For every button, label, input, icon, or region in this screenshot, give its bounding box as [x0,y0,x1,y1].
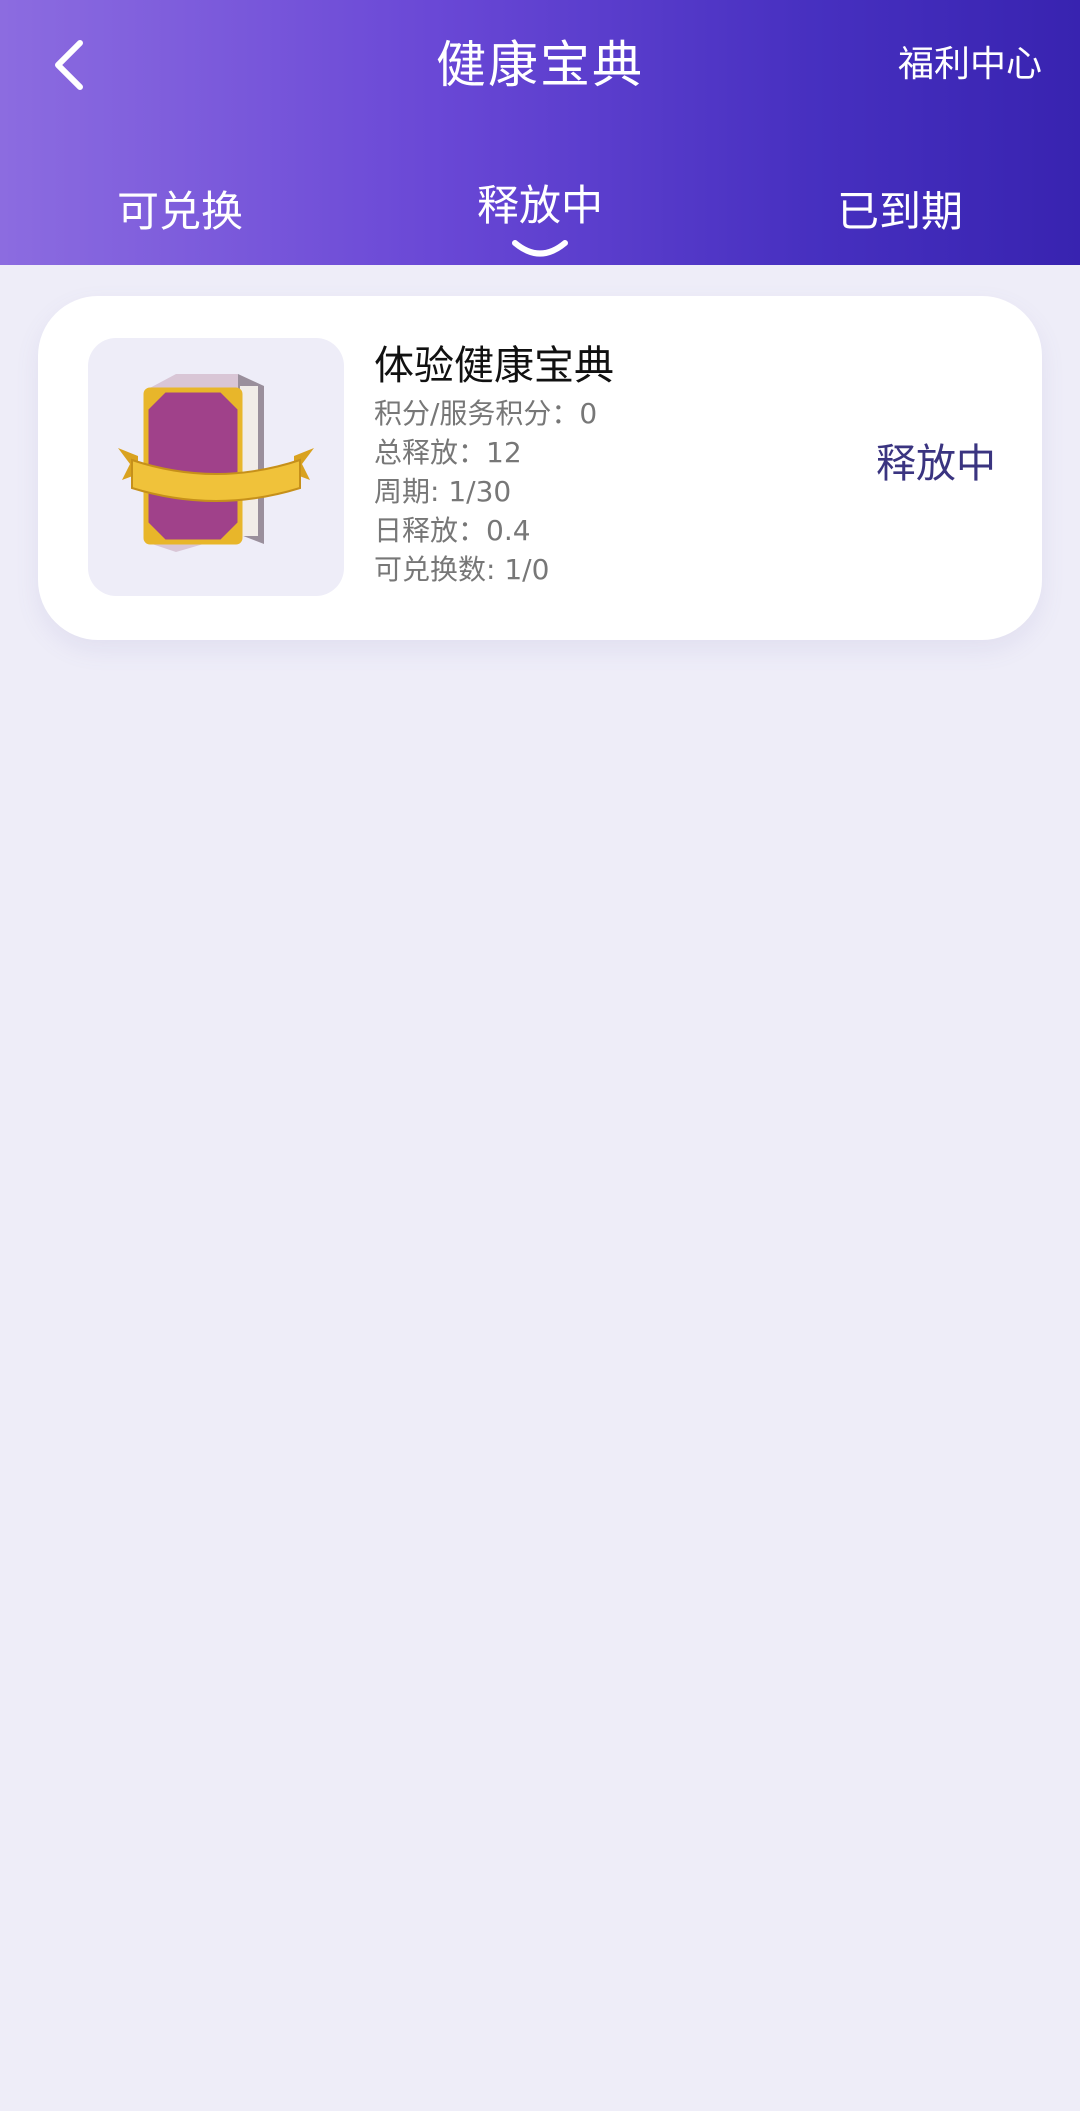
item-thumbnail [88,338,344,596]
daily-release-detail: 日释放：0.4 [374,514,531,547]
cycle-detail: 周期: 1/30 [374,475,512,508]
active-tab-indicator [512,240,568,257]
status-label: 释放中 [876,441,996,487]
book-icon [118,374,314,552]
tab-expired[interactable]: 已到期 [720,172,1080,272]
total-release-detail: 总释放：12 [374,436,522,469]
item-title: 体验健康宝典 [374,343,614,389]
points-detail: 积分/服务积分：0 [374,397,598,430]
item-info: 体验健康宝典 积分/服务积分：0 总释放：12 周期: 1/30 日释放：0.4… [374,338,614,589]
item-card[interactable]: 体验健康宝典 积分/服务积分：0 总释放：12 周期: 1/30 日释放：0.4… [38,296,1042,640]
top-header: 健康宝典 福利中心 可兑换 释放中 已到期 [0,0,1080,265]
redeemable-count-detail: 可兑换数: 1/0 [374,553,550,586]
welfare-center-link[interactable]: 福利中心 [898,34,1042,96]
tab-redeemable[interactable]: 可兑换 [0,172,360,272]
